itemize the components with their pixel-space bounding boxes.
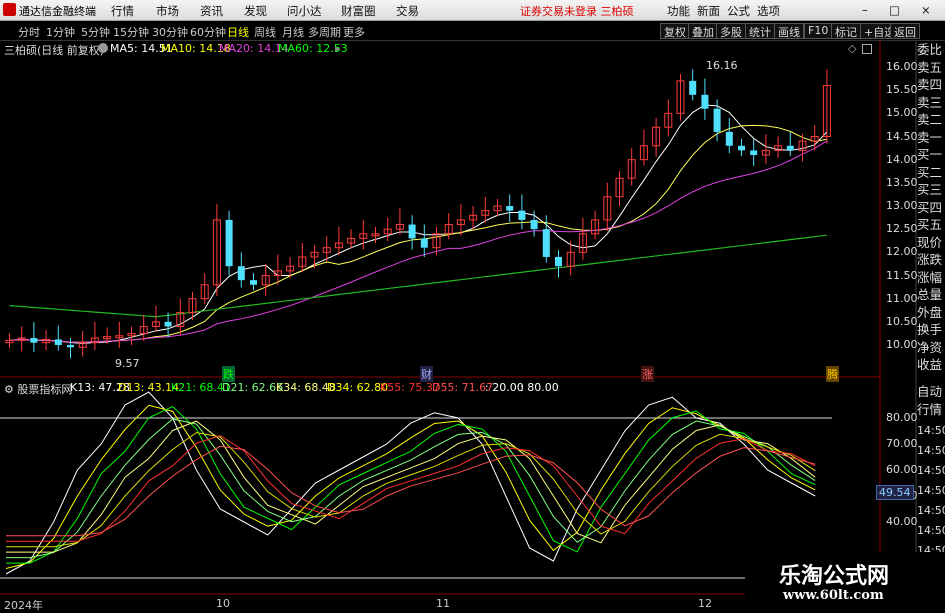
line20-legend: : 20.00 xyxy=(485,381,524,394)
price-tick: 16.00 xyxy=(886,60,918,73)
quote-field-label: 卖二 xyxy=(917,112,943,127)
time-axis-oct: 10 xyxy=(216,597,230,610)
tick-time: 14:50 xyxy=(917,464,945,477)
tick-time: 14:50 xyxy=(917,504,945,517)
quote-field-label: 买四 xyxy=(917,199,943,215)
quote-field-label: 买五 xyxy=(917,217,943,232)
price-tick: 13.00 xyxy=(886,199,918,212)
quote-field-label: 买三 xyxy=(917,182,943,197)
price-tick: 10.00 xyxy=(886,338,918,351)
quote-field-label: 涨跌 xyxy=(917,252,943,267)
high-price-label: 16.16 xyxy=(706,59,738,72)
price-tick: 13.50 xyxy=(886,175,918,189)
quote-field-label: 涨幅 xyxy=(917,269,943,285)
quote-field-label: 卖四 xyxy=(917,77,943,92)
quote-field-label: 卖一 xyxy=(917,129,943,145)
kline-chart[interactable] xyxy=(0,0,945,609)
watermark: 乐淘公式网 www.60lt.com xyxy=(745,552,945,609)
stock-name: 三柏硕(日线 前复权) xyxy=(4,44,105,57)
indicator-tick: 40.00 xyxy=(886,515,918,528)
marker-surge[interactable]: 腾 xyxy=(826,366,839,382)
gear-icon[interactable]: ⚙ xyxy=(4,383,14,396)
quote-field-label: 现价 xyxy=(917,234,943,250)
d55-legend: D55: 71.67 xyxy=(432,381,494,394)
time-axis-dec: 12 xyxy=(698,597,712,610)
diamond-icon[interactable]: ◇ xyxy=(848,42,856,55)
tick-time: 14:50 xyxy=(917,424,945,437)
marker-rise[interactable]: 涨 xyxy=(641,366,654,382)
tick-time: 14:50 xyxy=(917,524,945,537)
price-tick: 12.00 xyxy=(886,245,918,259)
quote-field-label: 收益 xyxy=(917,357,943,372)
k55-legend: K55: 75.37 xyxy=(380,381,440,394)
quote-field-label: 卖五 xyxy=(917,59,943,75)
price-tick: 14.50 xyxy=(886,129,918,143)
tick-time: 14:50 xyxy=(917,444,945,457)
tick-time: 14:50 xyxy=(917,484,945,497)
price-tick: 15.00 xyxy=(886,106,918,120)
quote-field-label: 总量 xyxy=(917,287,943,302)
d13-legend: D13: 43.14 xyxy=(118,381,180,394)
watermark-title: 乐淘公式网 xyxy=(779,563,890,589)
d34-legend: D34: 62.80 xyxy=(327,381,389,394)
price-tick: 15.50 xyxy=(886,83,918,97)
quote-field-label: 委比 xyxy=(917,42,943,57)
marker-finance[interactable]: 财 xyxy=(420,366,433,382)
watermark-url: www.60lt.com xyxy=(783,588,884,603)
quote-mode-label[interactable]: 行情 xyxy=(917,403,945,417)
time-axis-nov: 11 xyxy=(436,597,450,610)
quote-field-label: 外盘 xyxy=(917,304,943,320)
quote-mode-label[interactable]: 自动 xyxy=(917,385,945,399)
quote-field-label: 卖三 xyxy=(917,94,943,110)
quote-field-label: 买一 xyxy=(917,147,943,162)
settings-dot-icon[interactable] xyxy=(98,43,108,53)
indicator-current-value: 49.54 xyxy=(876,485,914,500)
indicator-name[interactable]: ⚙ 股票指标网 xyxy=(4,381,72,397)
indicator-tick: 70.00 xyxy=(886,437,918,450)
marker-fall[interactable]: 跌 xyxy=(222,366,235,382)
window-icon[interactable] xyxy=(862,44,872,54)
indicator-tick: 80.00 xyxy=(886,411,918,424)
legend-expand-icon[interactable]: ▸ xyxy=(335,42,341,55)
indicator-tick: 60.00 xyxy=(886,463,918,476)
d21-legend: D21: 62.66 xyxy=(222,381,284,394)
time-axis-year: 2024年 xyxy=(4,599,43,612)
low-price-label: 9.57 xyxy=(115,357,140,370)
price-tick: 11.50 xyxy=(886,268,918,282)
price-tick: 14.00 xyxy=(886,152,918,166)
quote-field-label: 换手 xyxy=(917,322,943,337)
price-tick: 11.00 xyxy=(886,291,918,305)
price-tick: 10.50 xyxy=(886,314,918,328)
price-tick: 12.50 xyxy=(886,222,918,236)
quote-field-label: 买二 xyxy=(917,164,943,180)
quote-field-label: 净资 xyxy=(917,339,943,355)
line80-legend: : 80.00 xyxy=(520,381,559,394)
